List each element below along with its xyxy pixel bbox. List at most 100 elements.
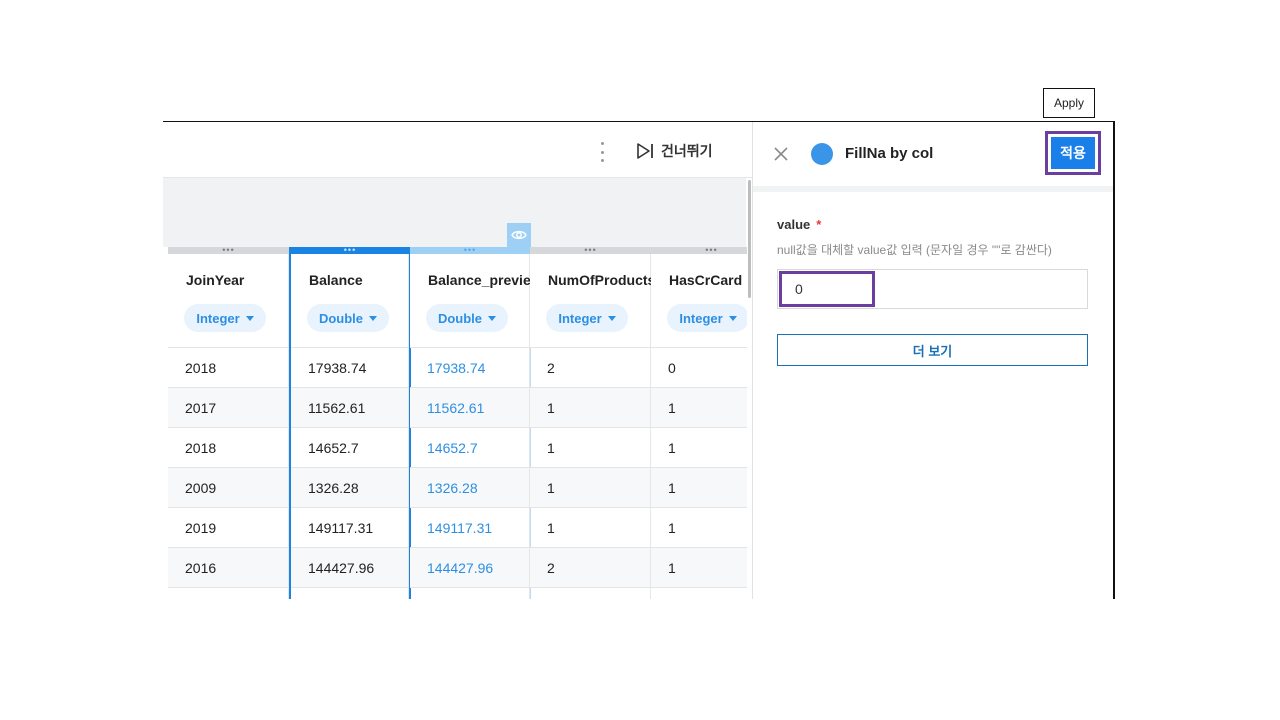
column-type-dropdown[interactable]: Integer: [184, 304, 266, 332]
drag-dots-icon: •••: [463, 245, 477, 255]
column-type-dropdown[interactable]: Integer: [546, 304, 628, 332]
status-dot: [811, 143, 833, 165]
table-cell[interactable]: 144427.96: [291, 548, 409, 588]
apply-button-label: 적용: [1051, 137, 1095, 169]
column-type-dropdown[interactable]: Double: [307, 304, 389, 332]
column-type-dropdown[interactable]: Double: [426, 304, 508, 332]
editor-frame: 건너뛰기 ••• JoinYear Integer 2018 2017 2018 2009 2…: [163, 121, 1115, 599]
column-header[interactable]: NumOfProducts Integer: [530, 254, 655, 348]
drag-dots-icon: •••: [343, 245, 357, 255]
drag-dots-icon: •••: [222, 245, 235, 255]
drag-dots-icon: •••: [584, 245, 597, 255]
table-cell[interactable]: 1: [651, 508, 752, 548]
column-drag-handle[interactable]: •••: [530, 245, 651, 255]
table-cell[interactable]: 17938.74: [291, 348, 409, 388]
table-column[interactable]: ••• NumOfProducts Integer 2 1 1 1 1 2: [530, 245, 655, 599]
table-cell[interactable]: 149117.31: [291, 508, 409, 548]
caret-down-icon: [245, 315, 254, 321]
table-cell[interactable]: 2016: [168, 548, 289, 588]
table-column[interactable]: ••• Balance Double 17938.74 11562.61 14652.7 1…: [289, 245, 411, 599]
column-type-label: Integer: [196, 310, 240, 326]
column-drag-handle[interactable]: •••: [651, 245, 752, 255]
table-cell[interactable]: 2018: [168, 428, 289, 468]
column-drag-handle[interactable]: •••: [291, 245, 409, 255]
close-icon[interactable]: [773, 146, 789, 162]
table-column[interactable]: ••• Balance_preview Double 17938.74 11562.61…: [410, 245, 542, 599]
table-cell[interactable]: 2018: [168, 348, 289, 388]
table-cell[interactable]: 149117.31: [410, 508, 530, 548]
column-type-label: Double: [318, 310, 364, 326]
scrollbar-thumb[interactable]: [748, 180, 751, 298]
table-cell[interactable]: 11562.61: [291, 388, 409, 428]
skip-next-icon: [637, 143, 653, 159]
table-cell[interactable]: 1: [651, 428, 752, 468]
table-cell[interactable]: 1: [651, 388, 752, 428]
caret-down-icon: [728, 315, 737, 321]
table-cell[interactable]: 2: [530, 548, 651, 588]
column-header[interactable]: HasCrCard Integer: [651, 254, 752, 348]
table-cell[interactable]: 2: [530, 348, 651, 388]
table-cell-empty: [291, 588, 409, 599]
data-table-area: 건너뛰기 ••• JoinYear Integer 2018 2017 2018 2009 2…: [163, 122, 752, 599]
column-drag-handle[interactable]: •••: [168, 245, 289, 255]
caret-down-icon: [369, 315, 378, 321]
value-input[interactable]: [779, 271, 875, 307]
table-column[interactable]: ••• JoinYear Integer 2018 2017 2018 2009 2019 20…: [168, 245, 289, 599]
table-cell[interactable]: 1: [651, 468, 752, 508]
column-name: NumOfProducts: [548, 272, 656, 288]
skip-label: 건너뛰기: [661, 143, 713, 159]
table-cell[interactable]: 2019: [168, 508, 289, 548]
table-cell[interactable]: 1: [530, 468, 651, 508]
table-cell[interactable]: 1: [530, 388, 651, 428]
column-name: HasCrCard: [669, 272, 743, 288]
more-button[interactable]: 더 보기: [777, 334, 1088, 366]
table-toolbar: 건너뛰기: [163, 122, 752, 178]
table-cell[interactable]: 11562.61: [410, 388, 530, 428]
table-cell[interactable]: 14652.7: [291, 428, 409, 468]
skip-button[interactable]: 건너뛰기: [635, 136, 713, 166]
column-drag-handle[interactable]: •••: [410, 245, 530, 255]
table-cell[interactable]: 1326.28: [410, 468, 530, 508]
more-vertical-icon[interactable]: [597, 142, 607, 162]
column-header[interactable]: JoinYear Integer: [168, 254, 289, 348]
table-cell[interactable]: 1: [530, 428, 651, 468]
table-cell[interactable]: 2017: [168, 388, 289, 428]
column-type-label: Integer: [679, 310, 723, 326]
apply-button[interactable]: 적용: [1045, 131, 1101, 175]
caret-down-icon: [607, 315, 616, 321]
column-name: JoinYear: [186, 272, 245, 288]
table-cell[interactable]: 2009: [168, 468, 289, 508]
apply-tooltip: Apply: [1043, 88, 1095, 118]
table-cell[interactable]: 1326.28: [291, 468, 409, 508]
table-cell[interactable]: 0: [651, 348, 752, 388]
table-cell-empty: [168, 588, 289, 599]
column-type-dropdown[interactable]: Integer: [667, 304, 749, 332]
column-header[interactable]: Balance Double: [291, 254, 409, 348]
column-name: Balance_preview: [428, 272, 542, 288]
value-field-container: [777, 269, 1088, 309]
frame-right-border: [1113, 121, 1115, 599]
panel-title: FillNa by col: [845, 145, 934, 162]
value-field-help: null값을 대체할 value값 입력 (문자일 경우 ""로 감싼다): [777, 243, 1052, 257]
table-cell-empty: [651, 588, 752, 599]
table-cell[interactable]: 1: [530, 508, 651, 548]
fillna-panel: FillNa by col 적용 value * null값을 대체할 value…: [752, 122, 1113, 599]
table-cell-empty: [410, 588, 530, 599]
drag-dots-icon: •••: [705, 245, 718, 255]
column-header[interactable]: Balance_preview Double: [410, 254, 542, 348]
table-cell[interactable]: 144427.96: [410, 548, 530, 588]
table-cell[interactable]: 17938.74: [410, 348, 530, 388]
table-cell[interactable]: 1: [651, 548, 752, 588]
table-cell[interactable]: 14652.7: [410, 428, 530, 468]
column-name: Balance: [309, 272, 363, 288]
column-type-label: Integer: [558, 310, 602, 326]
panel-header: FillNa by col 적용: [753, 122, 1113, 192]
caret-down-icon: [488, 315, 497, 321]
preview-eye-icon[interactable]: [507, 223, 531, 247]
table-column[interactable]: ••• HasCrCard Integer 0 1 1 1 1 1: [651, 245, 752, 599]
table-header-band: [163, 178, 746, 247]
required-mark: *: [816, 217, 822, 232]
table-cell-empty: [530, 588, 651, 599]
value-field-label: value *: [777, 217, 822, 232]
column-type-label: Double: [437, 310, 483, 326]
